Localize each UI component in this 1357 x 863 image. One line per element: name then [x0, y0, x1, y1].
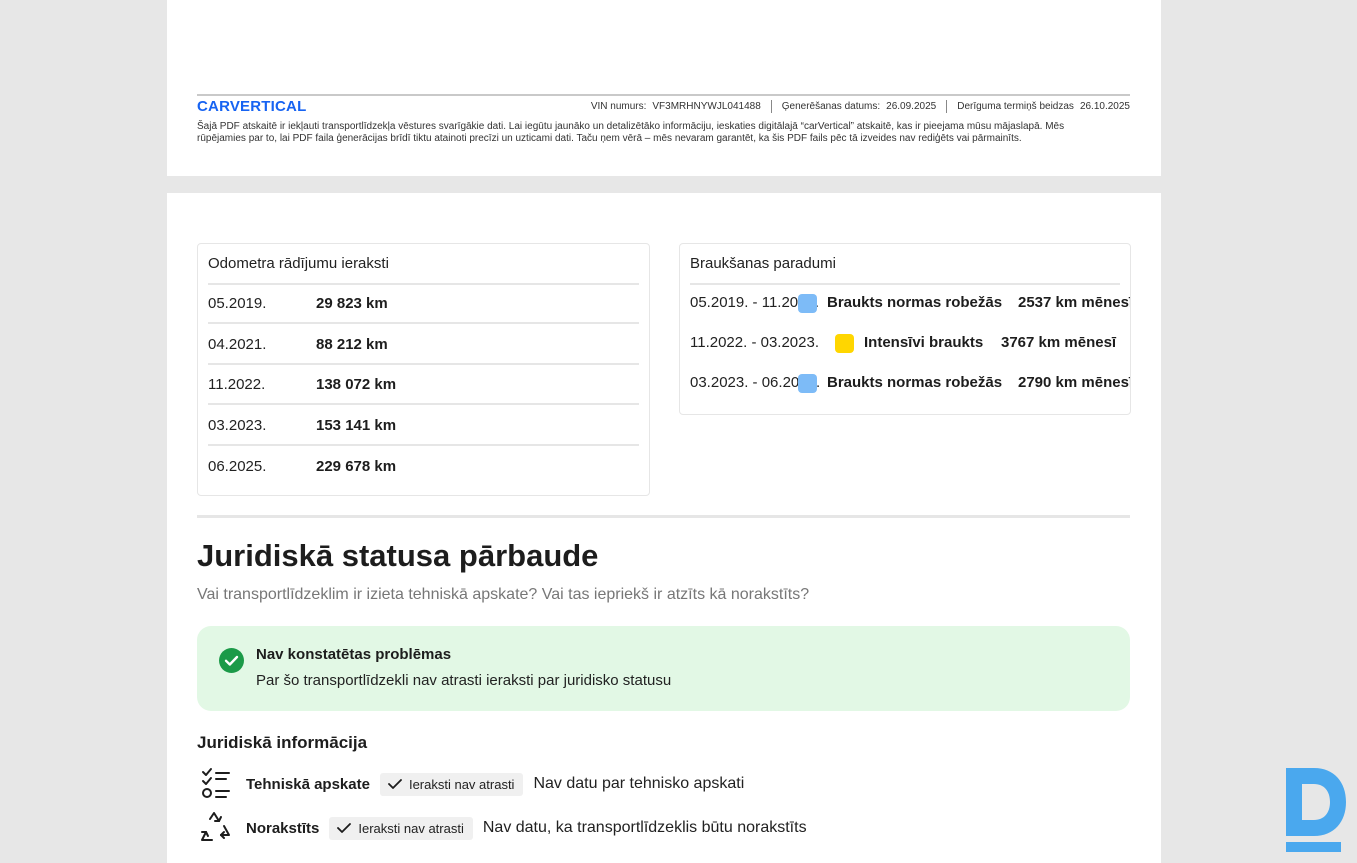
normal-driving-color-icon: [798, 294, 817, 313]
legal-status-heading: Juridiskā statusa pārbaude: [197, 538, 599, 573]
driving-row: 05.2019. - 11.2022. Braukts normas robež…: [690, 284, 1131, 324]
driving-value: 3767 km mēnesī: [1001, 334, 1117, 351]
odometer-card: Odometra rādījumu ieraksti 05.2019. 29 8…: [197, 243, 650, 496]
driving-label: Braukts normas robežās: [827, 294, 1003, 311]
driving-value: 2537 km mēnesī: [1018, 294, 1131, 311]
check-circle-icon: [219, 648, 244, 673]
generated-info: Ģenerēšanas datums: 26.09.2025: [772, 101, 946, 112]
status-badge-text: Ieraksti nav atrasti: [408, 776, 515, 792]
odometer-date: 04.2021.: [208, 335, 267, 353]
vin-info: VIN numurs: VF3MRHNYWJL041488: [581, 101, 771, 112]
driving-habits-card: Braukšanas paradumi 05.2019. - 11.2022. …: [679, 243, 1131, 415]
expires-value: 26.10.2025: [1079, 101, 1130, 112]
legal-info-label: Norakstīts: [246, 819, 320, 837]
check-icon: [337, 823, 352, 833]
driving-row: 03.2023. - 06.2025. Braukts normas robež…: [690, 364, 1131, 404]
footer-disclaimer: Šajā PDF atskaitē ir iekļauti transportl…: [197, 121, 1065, 144]
status-badge: Ieraksti nav atrasti: [379, 772, 524, 796]
carvertical-logo: CARVERTICAL: [197, 98, 307, 115]
expires-label: Derīguma termiņš beidzas: [957, 101, 1074, 112]
driving-label: Braukts normas robežās: [827, 374, 1003, 391]
report-page-main: Odometra rādījumu ieraksti 05.2019. 29 8…: [167, 193, 1161, 863]
odometer-value: 29 823 km: [316, 294, 388, 312]
expires-info: Derīguma termiņš beidzas 26.10.2025: [947, 101, 1130, 112]
status-badge-text: Ieraksti nav atrasti: [358, 820, 464, 836]
driving-label: Intensīvi braukts: [864, 334, 984, 351]
recycle-icon: [197, 810, 237, 846]
driving-row: 11.2022. - 03.2023. Intensīvi braukts 37…: [690, 324, 1130, 364]
check-icon: [388, 779, 402, 789]
legal-info-label: Tehniskā apskate: [246, 775, 370, 793]
footer-divider: [197, 94, 1130, 96]
legal-info-row-written-off: Norakstīts Ieraksti nav atrasti Nav datu…: [197, 810, 807, 846]
status-badge: Ieraksti nav atrasti: [329, 816, 473, 840]
footer-meta: VIN numurs: VF3MRHNYWJL041488 Ģenerēšana…: [581, 100, 1130, 113]
odometer-date: 05.2019.: [208, 294, 267, 312]
driving-value: 2790 km mēnesī: [1018, 374, 1131, 391]
generated-label: Ģenerēšanas datums:: [781, 101, 881, 112]
odometer-value: 229 678 km: [316, 457, 397, 475]
vin-value: VF3MRHNYWJL041488: [652, 101, 761, 112]
no-problems-title: Nav konstatētas problēmas: [256, 646, 452, 663]
d-brand-logo[interactable]: [1284, 766, 1348, 854]
odometer-date: 06.2025.: [208, 457, 267, 475]
driving-title: Braukšanas paradumi: [690, 255, 836, 272]
no-problems-banner: Nav konstatētas problēmas Par šo transpo…: [197, 626, 1130, 711]
legal-info-desc: Nav datu, ka transportlīdzeklis būtu nor…: [482, 819, 807, 836]
checklist-icon: [197, 766, 237, 802]
driving-period: 11.2022. - 03.2023.: [690, 334, 819, 351]
no-problems-text: Par šo transportlīdzekli nav atrasti ier…: [256, 672, 672, 689]
report-page-top: CARVERTICAL VIN numurs: VF3MRHNYWJL04148…: [167, 0, 1161, 176]
legal-status-subtitle: Vai transportlīdzeklim ir izieta tehnisk…: [197, 586, 810, 603]
odometer-row: 11.2022. 138 072 km: [208, 365, 639, 405]
odometer-row: 04.2021. 88 212 km: [208, 325, 639, 365]
odometer-value: 153 141 km: [316, 416, 397, 434]
odometer-row: 05.2019. 29 823 km: [208, 284, 639, 324]
odometer-row: 06.2025. 229 678 km: [208, 446, 639, 486]
legal-info-desc: Nav datu par tehnisko apskati: [533, 775, 745, 792]
legal-info-heading: Juridiskā informācija: [197, 733, 368, 752]
odometer-value: 88 212 km: [316, 335, 388, 353]
normal-driving-color-icon: [798, 374, 817, 393]
odometer-title: Odometra rādījumu ieraksti: [208, 255, 389, 272]
vin-label: VIN numurs:: [590, 101, 647, 112]
legal-info-row-inspection: Tehniskā apskate Ieraksti nav atrasti Na…: [197, 766, 744, 802]
odometer-date: 03.2023.: [208, 416, 267, 434]
section-divider: [197, 515, 1130, 518]
intensive-driving-color-icon: [835, 334, 854, 353]
odometer-date: 11.2022.: [208, 375, 266, 393]
odometer-row: 03.2023. 153 141 km: [208, 406, 639, 446]
odometer-value: 138 072 km: [316, 375, 397, 393]
generated-value: 26.09.2025: [886, 101, 937, 112]
